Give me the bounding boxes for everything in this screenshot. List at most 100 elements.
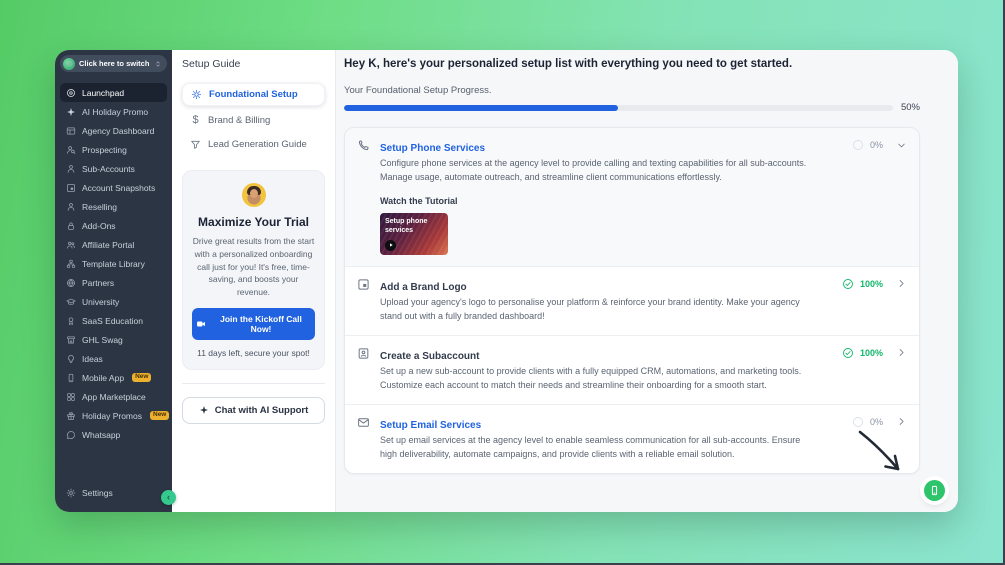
image-icon bbox=[357, 278, 370, 291]
agency-switcher[interactable]: Click here to switch bbox=[60, 55, 167, 72]
sidebar-item-label: Account Snapshots bbox=[82, 183, 155, 193]
envelope-icon bbox=[357, 416, 370, 429]
sidebar-item-label: Holiday Promos bbox=[82, 411, 142, 421]
sidebar-item-agency-dashboard[interactable]: Agency Dashboard bbox=[60, 121, 167, 140]
join-kickoff-call-label: Join the Kickoff Call Now! bbox=[211, 314, 311, 334]
gear-icon bbox=[66, 488, 76, 498]
check-circle-icon bbox=[842, 347, 854, 359]
guide-tab-foundational-setup[interactable]: Foundational Setup bbox=[182, 83, 325, 106]
person-icon bbox=[66, 202, 76, 212]
app-window: Click here to switch Launchpad AI Holida… bbox=[55, 50, 958, 512]
mobile-icon bbox=[66, 373, 76, 383]
progress-row: 50% bbox=[344, 102, 920, 113]
task-header: Add a Brand Logo Upload your agency's lo… bbox=[357, 277, 907, 324]
sidebar-item-holiday-promos[interactable]: Holiday Promos New bbox=[60, 406, 167, 425]
task-percent: 100% bbox=[860, 348, 883, 358]
agency-avatar-icon bbox=[66, 60, 73, 67]
task-text: Setup Phone Services Configure phone ser… bbox=[380, 138, 907, 185]
sidebar-item-launchpad[interactable]: Launchpad bbox=[60, 83, 167, 102]
sidebar-item-partners[interactable]: Partners bbox=[60, 273, 167, 292]
sidebar-item-add-ons[interactable]: Add-Ons bbox=[60, 216, 167, 235]
sidebar-item-settings[interactable]: Settings bbox=[60, 483, 167, 502]
sidebar-item-prospecting[interactable]: Prospecting bbox=[60, 140, 167, 159]
sidebar: Click here to switch Launchpad AI Holida… bbox=[55, 50, 172, 512]
task-status: 100% bbox=[842, 347, 907, 359]
guide-tab-label: Lead Generation Guide bbox=[208, 139, 307, 150]
progress-fill bbox=[344, 105, 618, 111]
chevron-right-icon[interactable] bbox=[896, 416, 907, 427]
task-title: Add a Brand Logo bbox=[380, 282, 467, 293]
guide-tab-lead-generation[interactable]: Lead Generation Guide bbox=[182, 134, 325, 155]
people-icon bbox=[66, 240, 76, 250]
task-description: Configure phone services at the agency l… bbox=[380, 157, 811, 185]
sidebar-item-label: App Marketplace bbox=[82, 392, 146, 402]
sidebar-item-label: Sub-Accounts bbox=[82, 164, 135, 174]
setup-guide-panel: Setup Guide Foundational Setup $ Brand &… bbox=[172, 50, 336, 512]
mobile-icon bbox=[929, 485, 940, 496]
sidebar-item-label: Launchpad bbox=[82, 88, 124, 98]
sidebar-item-template-library[interactable]: Template Library bbox=[60, 254, 167, 273]
sidebar-footer: Settings bbox=[60, 483, 167, 502]
mobile-app-fab-button[interactable] bbox=[924, 480, 945, 501]
divider bbox=[182, 383, 325, 384]
tutorial-video-title: Setup phone services bbox=[385, 217, 443, 236]
guide-tab-brand-billing[interactable]: $ Brand & Billing bbox=[182, 109, 325, 131]
sidebar-item-saas-education[interactable]: SaaS Education bbox=[60, 311, 167, 330]
agency-switcher-label: Click here to switch bbox=[79, 59, 150, 68]
task-title: Create a Subaccount bbox=[380, 351, 479, 362]
sidebar-item-label: Prospecting bbox=[82, 145, 127, 155]
globe-icon bbox=[66, 278, 76, 288]
chevron-down-icon[interactable] bbox=[896, 140, 907, 151]
task-title-link[interactable]: Setup Phone Services bbox=[380, 143, 485, 154]
sidebar-item-label: Ideas bbox=[82, 354, 103, 364]
task-text: Add a Brand Logo Upload your agency's lo… bbox=[380, 277, 907, 324]
task-header: Create a Subaccount Set up a new sub-acc… bbox=[357, 346, 907, 393]
task-setup-email-services[interactable]: Setup Email Services Set up email servic… bbox=[345, 405, 919, 473]
task-create-subaccount[interactable]: Create a Subaccount Set up a new sub-acc… bbox=[345, 336, 919, 405]
progress-bar bbox=[344, 105, 893, 111]
sidebar-item-university[interactable]: University bbox=[60, 292, 167, 311]
sidebar-collapse-button[interactable]: ‹ bbox=[161, 490, 176, 505]
check-circle-icon bbox=[842, 278, 854, 290]
sidebar-item-affiliate-portal[interactable]: Affiliate Portal bbox=[60, 235, 167, 254]
sidebar-nav: Launchpad AI Holiday Promo Agency Dashbo… bbox=[60, 83, 167, 444]
progress-percent: 50% bbox=[901, 102, 920, 113]
sidebar-item-ai-holiday-promo[interactable]: AI Holiday Promo bbox=[60, 102, 167, 121]
new-badge: New bbox=[150, 411, 169, 420]
sun-icon bbox=[191, 89, 202, 100]
tutorial-video-thumbnail[interactable]: Setup phone services bbox=[380, 213, 448, 255]
task-add-brand-logo[interactable]: Add a Brand Logo Upload your agency's lo… bbox=[345, 267, 919, 336]
sidebar-item-label: Affiliate Portal bbox=[82, 240, 134, 250]
chevron-right-icon[interactable] bbox=[896, 278, 907, 289]
chat-ai-support-label: Chat with AI Support bbox=[215, 405, 309, 416]
new-badge: New bbox=[132, 373, 151, 382]
sidebar-item-label: University bbox=[82, 297, 119, 307]
sidebar-item-ideas[interactable]: Ideas bbox=[60, 349, 167, 368]
task-setup-phone-services[interactable]: Setup Phone Services Configure phone ser… bbox=[345, 128, 919, 267]
sidebar-item-mobile-app[interactable]: Mobile AppNew bbox=[60, 368, 167, 387]
progress-label: Your Foundational Setup Progress. bbox=[344, 85, 920, 96]
sidebar-item-label: Agency Dashboard bbox=[82, 126, 154, 136]
tutorial-label: Watch the Tutorial bbox=[380, 196, 907, 206]
sidebar-item-ghl-swag[interactable]: GHL Swag bbox=[60, 330, 167, 349]
task-percent: 0% bbox=[870, 140, 883, 150]
sidebar-item-app-marketplace[interactable]: App Marketplace bbox=[60, 387, 167, 406]
sidebar-item-account-snapshots[interactable]: Account Snapshots bbox=[60, 178, 167, 197]
sidebar-item-label: SaaS Education bbox=[82, 316, 143, 326]
play-button-icon[interactable] bbox=[385, 240, 396, 251]
join-kickoff-call-button[interactable]: Join the Kickoff Call Now! bbox=[192, 308, 315, 340]
sidebar-item-sub-accounts[interactable]: Sub-Accounts bbox=[60, 159, 167, 178]
task-title-link[interactable]: Setup Email Services bbox=[380, 420, 481, 431]
lock-icon bbox=[66, 221, 76, 231]
sidebar-item-reselling[interactable]: Reselling bbox=[60, 197, 167, 216]
sidebar-item-whatsapp[interactable]: Whatsapp bbox=[60, 425, 167, 444]
person-icon bbox=[66, 164, 76, 174]
trial-card-body: Drive great results from the start with … bbox=[192, 235, 315, 299]
chevron-left-icon: ‹ bbox=[167, 493, 170, 502]
trial-card: Maximize Your Trial Drive great results … bbox=[182, 170, 325, 370]
dollar-icon: $ bbox=[190, 114, 201, 126]
chevron-right-icon[interactable] bbox=[896, 347, 907, 358]
task-description: Upload your agency's logo to personalise… bbox=[380, 296, 811, 324]
chat-ai-support-button[interactable]: Chat with AI Support bbox=[182, 397, 325, 424]
sidebar-item-label: Reselling bbox=[82, 202, 117, 212]
